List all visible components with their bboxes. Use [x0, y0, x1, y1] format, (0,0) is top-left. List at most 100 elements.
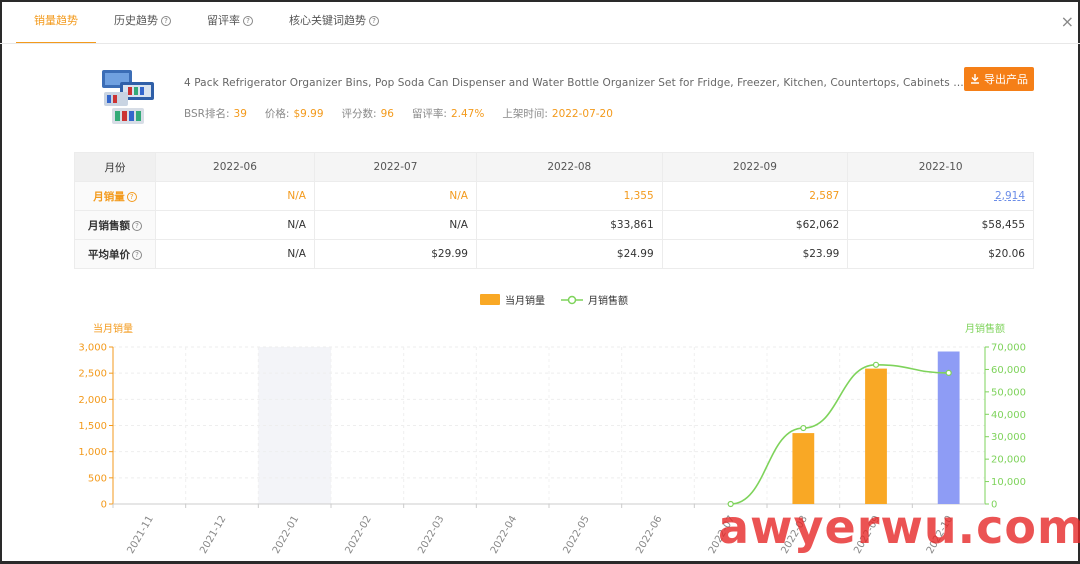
download-icon: [971, 74, 979, 84]
review-rate-value: 2.47%: [450, 108, 485, 120]
table-row: 平均单价? N/A $29.99 $24.99 $23.99 $20.06: [74, 239, 1034, 269]
table-cell: N/A: [155, 181, 315, 211]
x-tick-label: 2021-12: [198, 514, 228, 556]
table-cell: N/A: [155, 210, 315, 240]
month-col: 2022-09: [661, 152, 849, 182]
listed-date-value: 2022-07-20: [551, 108, 613, 120]
row-header-avg-price: 平均单价?: [74, 239, 156, 269]
legend-bar-swatch: [480, 294, 500, 305]
table-header-row: 月份 2022-06 2022-07 2022-08 2022-09 2022-…: [74, 152, 1034, 182]
table-row: 月销售额? N/A N/A $33,861 $62,062 $58,455: [74, 210, 1034, 240]
legend-item-sales[interactable]: 当月销量: [480, 292, 545, 307]
month-col: 2022-07: [313, 152, 477, 182]
tab-history-trend[interactable]: 历史趋势?: [96, 6, 189, 44]
help-icon: ?: [161, 16, 171, 26]
y2-tick-label: 50,000: [991, 387, 1026, 398]
y-axis-title: 当月销量: [93, 322, 133, 335]
tab-label: 留评率: [207, 14, 240, 27]
legend-line-swatch: [561, 295, 583, 304]
row-header-monthly-revenue: 月销售额?: [74, 210, 156, 240]
line-point: [872, 361, 880, 368]
row-label: 月销售额: [88, 219, 130, 232]
product-image: [102, 70, 154, 124]
tab-label: 销量趋势: [34, 14, 78, 27]
help-icon: ?: [369, 16, 379, 26]
monthly-sales-table: 月份 2022-06 2022-07 2022-08 2022-09 2022-…: [74, 152, 1034, 269]
tab-label: 核心关键词趋势: [289, 14, 366, 27]
product-title[interactable]: 4 Pack Refrigerator Organizer Bins, Pop …: [184, 77, 964, 89]
table-cell: 1,355: [475, 181, 663, 211]
month-header: 月份: [74, 152, 156, 182]
price: 价格: $9.99: [265, 106, 324, 121]
review-rate-label: 留评率:: [411, 108, 447, 120]
listed-date-label: 上架时间:: [502, 108, 548, 120]
help-icon: ?: [126, 191, 137, 202]
review-count-value: 96: [380, 108, 394, 120]
selected-value[interactable]: 2,914: [995, 190, 1025, 202]
legend-item-revenue[interactable]: 月销售额: [561, 292, 628, 307]
y2-axis-title: 月销售额: [965, 322, 1005, 335]
tab-review-rate[interactable]: 留评率?: [189, 6, 271, 44]
y2-tick-label: 60,000: [991, 365, 1026, 376]
product-meta: BSR排名: 39 价格: $9.99 评分数: 96 留评率: 2.47% 上架时间:…: [184, 106, 613, 121]
table-cell: N/A: [313, 210, 477, 240]
tab-keyword-trend[interactable]: 核心关键词趋势?: [271, 6, 397, 44]
y2-tick-label: 40,000: [991, 410, 1026, 421]
x-tick-label: 2021-11: [126, 514, 156, 556]
table-cell: $20.06: [847, 239, 1034, 269]
legend-label: 月销售额: [588, 296, 628, 307]
y-tick-label: 1,500: [78, 421, 107, 432]
price-value: $9.99: [293, 108, 324, 120]
row-label: 平均单价: [88, 248, 130, 261]
row-header-monthly-sales[interactable]: 月销量?: [74, 181, 156, 211]
bsr-label: BSR排名:: [184, 108, 230, 120]
review-count: 评分数: 96: [342, 106, 394, 121]
watermark: awyerwu.com: [718, 500, 1080, 554]
review-rate: 留评率: 2.47%: [412, 106, 484, 121]
price-label: 价格:: [264, 108, 290, 120]
table-cell: 2,587: [661, 181, 849, 211]
month-col: 2022-10: [847, 152, 1034, 182]
bsr-rank: BSR排名: 39: [184, 106, 247, 121]
tab-bar: 销量趋势 历史趋势? 留评率? 核心关键词趋势?: [16, 6, 397, 44]
chart-legend: 当月销量 月销售额: [480, 292, 628, 307]
chart-bar: [792, 433, 815, 504]
chart-bar: [865, 368, 887, 504]
x-tick-label: 2022-02: [344, 514, 374, 556]
tab-divider: [0, 43, 1080, 44]
listed-date: 上架时间: 2022-07-20: [502, 106, 613, 121]
review-count-label: 评分数:: [341, 108, 377, 120]
table-cell: $24.99: [475, 239, 663, 269]
help-icon: ?: [243, 16, 253, 26]
help-icon: ?: [132, 249, 142, 260]
x-tick-label: 2022-05: [562, 514, 592, 556]
y-tick-label: 2,000: [78, 395, 107, 406]
table-cell: 2,914: [847, 181, 1034, 211]
y-tick-label: 500: [88, 473, 107, 484]
row-label: 月销量: [93, 190, 125, 203]
legend-label: 当月销量: [505, 296, 545, 307]
line-point: [800, 424, 807, 432]
table-cell: $23.99: [661, 239, 849, 269]
y-tick-label: 1,000: [78, 447, 107, 458]
x-tick-label: 2022-01: [271, 514, 301, 556]
table-cell: $29.99: [313, 239, 477, 269]
table-cell: $62,062: [661, 210, 849, 240]
y-tick-label: 3,000: [78, 343, 107, 354]
y2-tick-label: 20,000: [991, 455, 1026, 466]
table-cell: N/A: [155, 239, 315, 269]
month-col: 2022-08: [475, 152, 663, 182]
tab-sales-trend[interactable]: 销量趋势: [16, 6, 96, 44]
x-tick-label: 2022-04: [489, 514, 519, 556]
bsr-value: 39: [233, 108, 247, 120]
table-cell: N/A: [313, 181, 477, 211]
x-tick-label: 2022-03: [416, 514, 446, 556]
tab-label: 历史趋势: [114, 14, 158, 27]
export-product-button[interactable]: 导出产品: [964, 67, 1034, 91]
close-icon[interactable]: ×: [1061, 12, 1074, 31]
help-icon: ?: [132, 220, 142, 231]
export-label: 导出产品: [984, 73, 1028, 86]
table-cell: $58,455: [847, 210, 1034, 240]
table-row: 月销量? N/A N/A 1,355 2,587 2,914: [74, 181, 1034, 211]
table-cell: $33,861: [475, 210, 663, 240]
